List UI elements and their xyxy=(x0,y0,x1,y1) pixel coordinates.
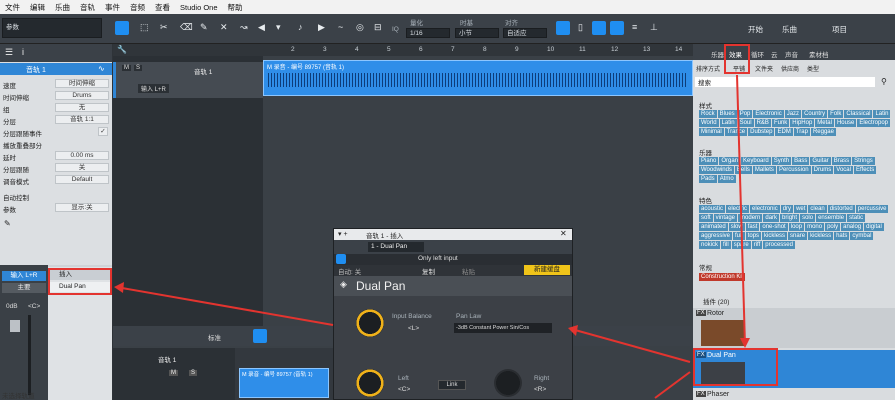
arrow-plugin-to-insert xyxy=(121,287,334,326)
annotation-arrows xyxy=(114,74,750,399)
arrow-head-1 xyxy=(740,338,750,348)
arrow-head-2 xyxy=(114,282,124,293)
arrow-effects-to-plugin xyxy=(736,74,746,346)
arrow-lower xyxy=(654,371,691,399)
arrow-head-3 xyxy=(568,325,578,336)
arrow-browser-to-plugin xyxy=(574,329,691,363)
